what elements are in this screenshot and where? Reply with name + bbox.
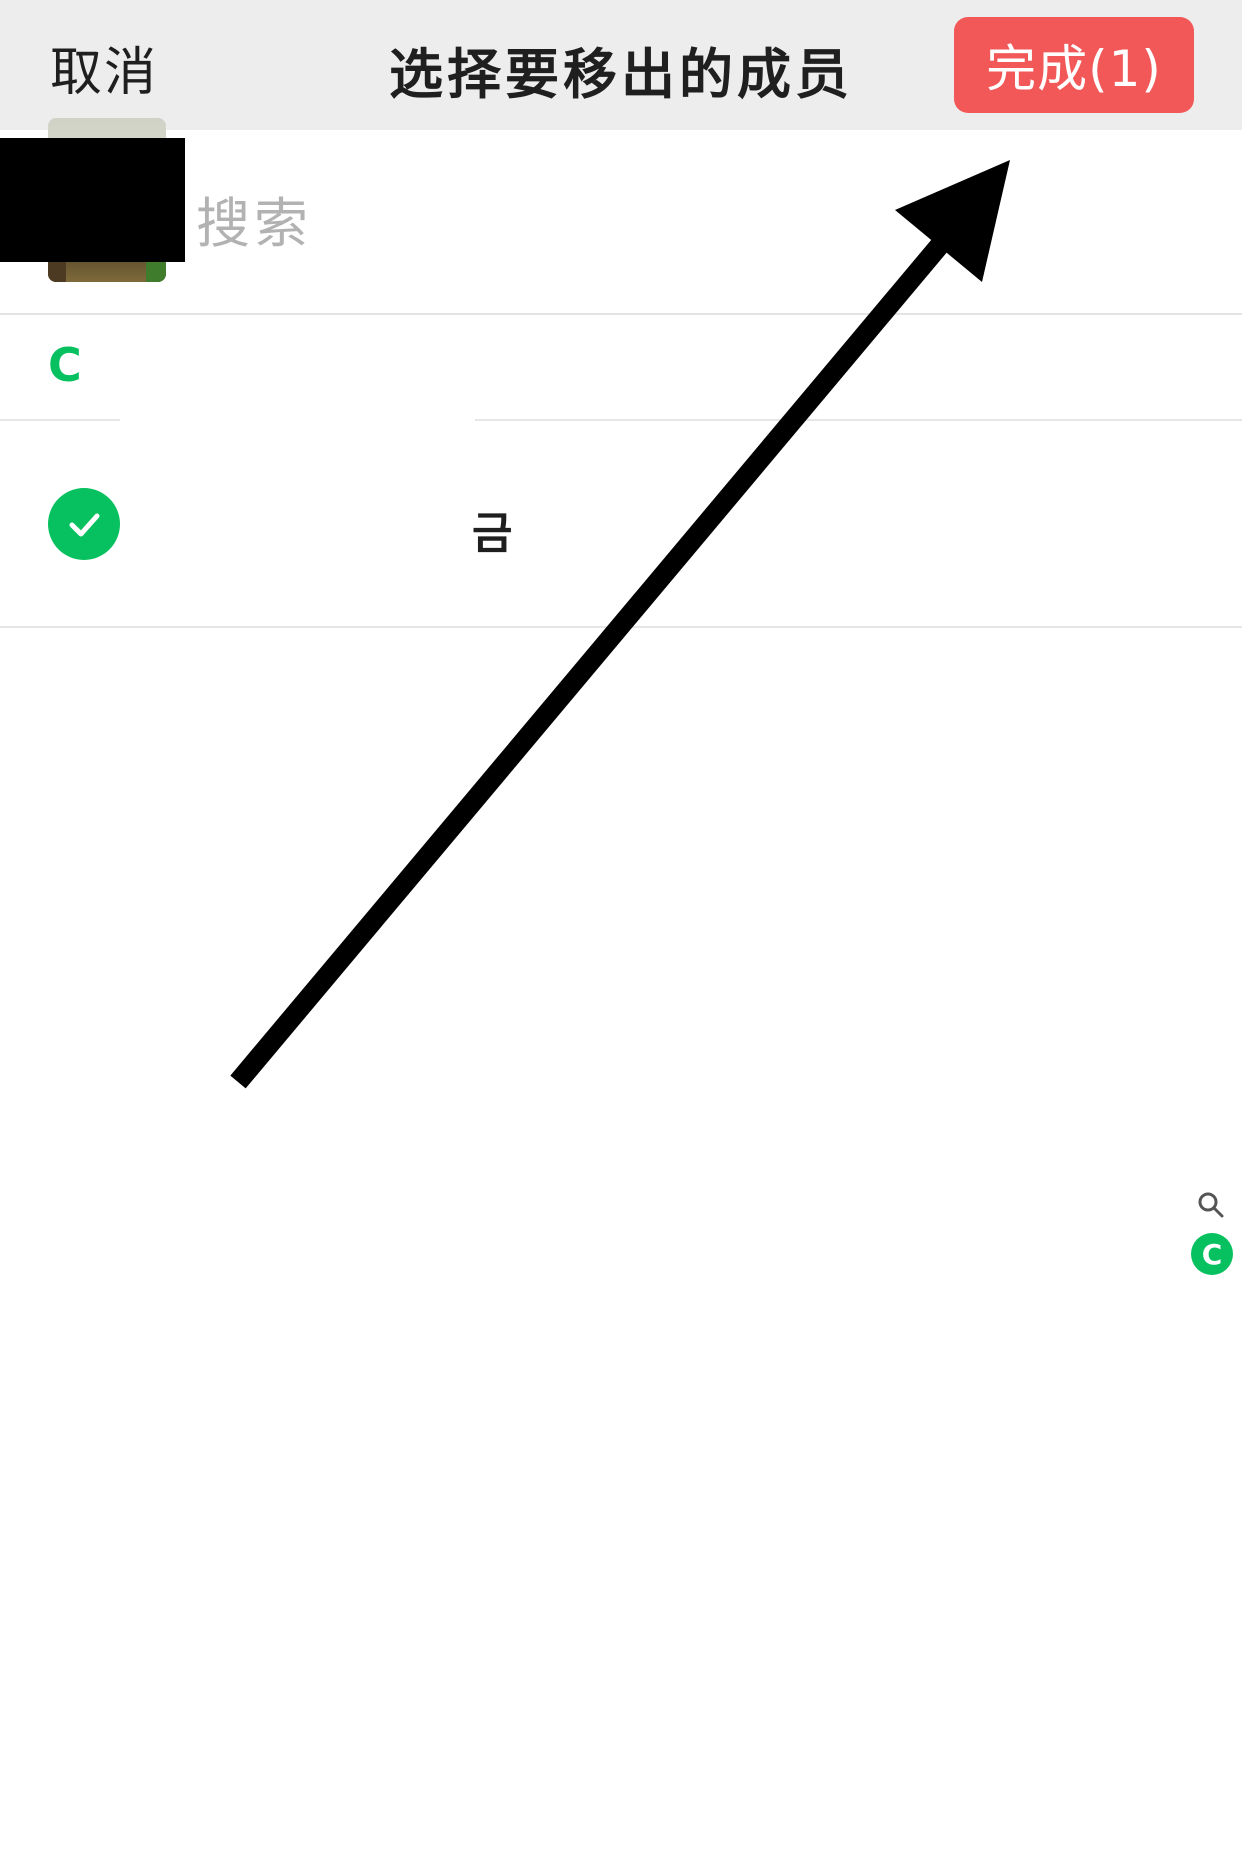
section-header-c: C <box>0 313 1242 419</box>
redaction-box <box>0 138 185 262</box>
index-letter-c[interactable]: C <box>1191 1233 1233 1275</box>
member-row[interactable]: 금 <box>0 421 1242 628</box>
nav-header: 取消 选择要移出的成员 完成(1) <box>0 0 1242 130</box>
checkmark-icon <box>69 513 100 537</box>
cancel-button[interactable]: 取消 <box>50 30 158 105</box>
done-button[interactable]: 完成(1) <box>954 17 1194 113</box>
member-name-suffix: 금 <box>472 508 513 559</box>
checked-circle-icon[interactable] <box>48 488 120 560</box>
index-search-icon[interactable] <box>1196 1190 1226 1220</box>
section-letter: C <box>48 338 82 392</box>
search-input[interactable] <box>194 180 1178 266</box>
